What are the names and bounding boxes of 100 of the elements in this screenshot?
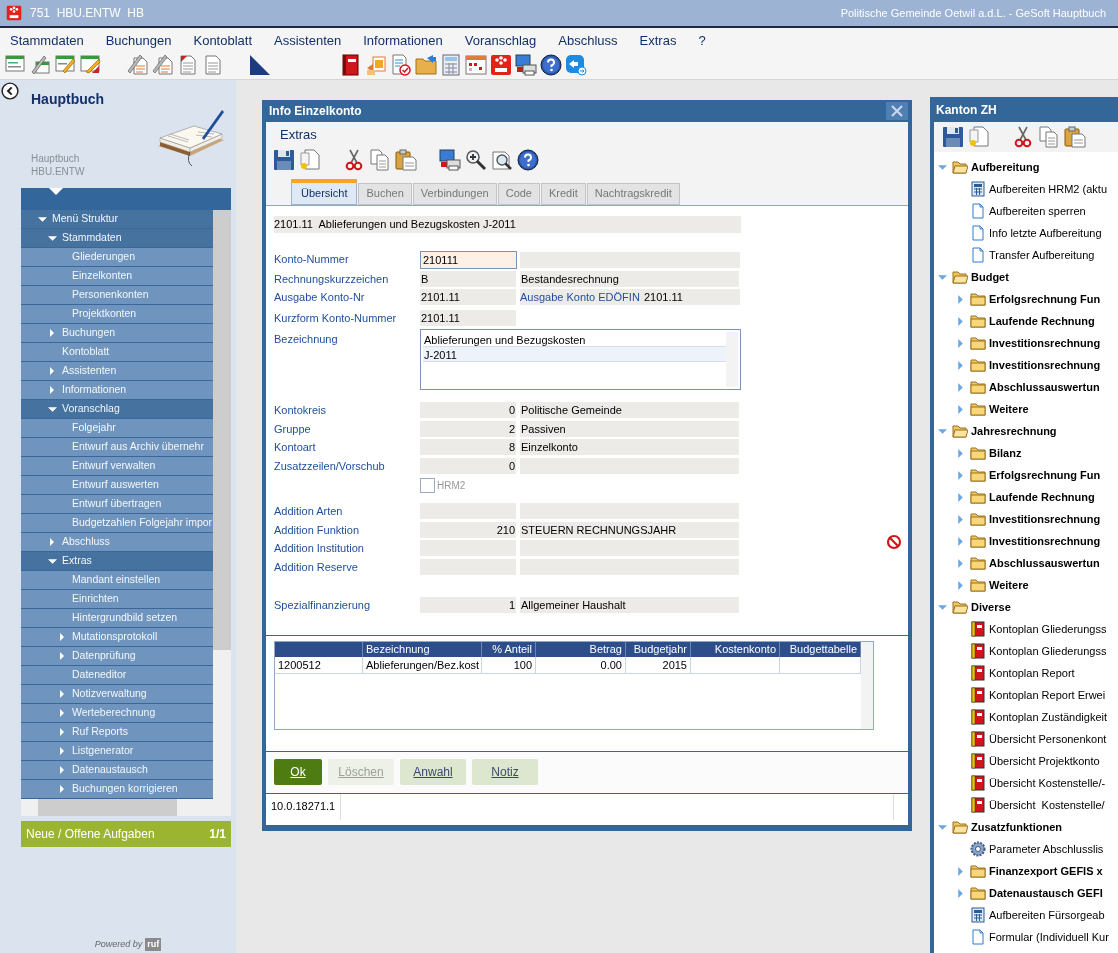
tree-item[interactable]: Übersicht Kostenstelle/-	[934, 772, 1118, 794]
horizontal-scrollbar[interactable]	[21, 799, 231, 816]
collapse-arrow-icon[interactable]	[938, 426, 947, 436]
tree-item[interactable]: Weitere	[934, 574, 1118, 596]
tree-item[interactable]: Aufbereiten HRM2 (aktu	[934, 178, 1118, 200]
tree-item[interactable]: Zusatzfunktionen	[934, 816, 1118, 838]
cut-icon[interactable]	[1012, 126, 1034, 148]
zoom-in-icon[interactable]	[465, 149, 487, 171]
copy-icon[interactable]	[1038, 126, 1060, 148]
tree-item[interactable]: Investitionsrechnung	[934, 354, 1118, 376]
tab[interactable]: Code	[497, 182, 540, 205]
tree-item[interactable]: Aufbereitung	[934, 156, 1118, 178]
triangle-icon[interactable]	[249, 53, 271, 76]
tree-item[interactable]: Erfolgsrechnung Fun	[934, 288, 1118, 310]
vertical-scrollbar[interactable]	[213, 210, 231, 799]
expand-arrow-icon[interactable]	[956, 514, 965, 524]
tree-item[interactable]: Erfolgsrechnung Fun	[934, 464, 1118, 486]
button[interactable]: Ok	[274, 759, 322, 785]
document-check-icon[interactable]	[390, 53, 412, 76]
pen-document-icon[interactable]	[152, 53, 174, 76]
menu-item[interactable]: Buchungen	[105, 32, 172, 50]
scrollbar-thumb[interactable]	[213, 210, 231, 650]
expand-arrow-icon[interactable]	[956, 536, 965, 546]
tab[interactable]: Übersicht	[291, 178, 358, 205]
tree-item[interactable]: Transfer Aufbereitung	[934, 244, 1118, 266]
expand-arrow-icon[interactable]	[956, 382, 965, 392]
menu-tree-item[interactable]: Voranschlag	[21, 400, 213, 419]
collapse-arrow-icon[interactable]	[48, 556, 57, 566]
print-icon[interactable]	[515, 53, 537, 76]
tree-item[interactable]: Investitionsrechnung	[934, 530, 1118, 552]
paste-icon[interactable]	[395, 149, 417, 171]
expand-arrow-icon[interactable]	[48, 367, 56, 375]
tree-item[interactable]: Budget	[934, 266, 1118, 288]
expand-arrow-icon[interactable]	[58, 652, 66, 660]
remote-support-icon[interactable]	[565, 53, 587, 76]
tab[interactable]: Buchen	[358, 182, 412, 205]
tree-item[interactable]: Weitere	[934, 398, 1118, 420]
expand-arrow-icon[interactable]	[956, 316, 965, 326]
scrollbar-thumb[interactable]	[38, 799, 177, 816]
print-preview-icon[interactable]	[491, 149, 513, 171]
expand-arrow-icon[interactable]	[956, 404, 965, 414]
expand-arrow-icon[interactable]	[58, 728, 66, 736]
print-icon[interactable]	[439, 149, 461, 171]
expand-arrow-icon[interactable]	[956, 294, 965, 304]
expand-arrow-icon[interactable]	[956, 492, 965, 502]
folder-icon[interactable]	[415, 53, 437, 76]
vertical-scrollbar[interactable]	[861, 641, 873, 729]
menu-tree-item[interactable]: Extras	[21, 552, 213, 571]
tree-item[interactable]: Investitionsrechnung	[934, 332, 1118, 354]
expand-arrow-icon[interactable]	[58, 747, 66, 755]
menu-item[interactable]: Voranschlag	[464, 32, 537, 50]
button[interactable]: Anwahl	[400, 759, 466, 785]
calculator-icon[interactable]	[440, 53, 462, 76]
expand-arrow-icon[interactable]	[956, 558, 965, 568]
expand-arrow-icon[interactable]	[956, 338, 965, 348]
expand-arrow-icon[interactable]	[58, 633, 66, 641]
tree-item[interactable]: Abschlussauswertun	[934, 552, 1118, 574]
tree-item[interactable]: Investitionsrechnung	[934, 508, 1118, 530]
expand-arrow-icon[interactable]	[48, 538, 56, 546]
copy-icon[interactable]	[369, 149, 391, 171]
menu-tree-item[interactable]: Stammdaten	[21, 229, 213, 248]
collapse-arrow-icon[interactable]	[938, 272, 947, 282]
book-icon[interactable]	[340, 53, 362, 76]
menu-item[interactable]: Extras	[639, 32, 677, 50]
menu-tree-item[interactable]: Menü Struktur	[21, 210, 213, 229]
expand-arrow-icon[interactable]	[956, 470, 965, 480]
tab[interactable]: Nachtragskredit	[586, 182, 680, 205]
pen-form-icon[interactable]	[30, 53, 52, 76]
description-field[interactable]: Ablieferungen und Bezugskosten J-2011	[420, 329, 741, 390]
tree-item[interactable]: Formular (Individuell Kur	[934, 926, 1118, 948]
paste-icon[interactable]	[1064, 126, 1086, 148]
tree-item[interactable]: Diverse	[934, 596, 1118, 618]
tree-item[interactable]: Finanzexport GEFIS x	[934, 860, 1118, 882]
tree-item[interactable]: Aufbereiten Fürsorgeab	[934, 904, 1118, 926]
collapse-arrow-icon[interactable]	[938, 822, 947, 832]
tab[interactable]: Verbindungen	[412, 182, 497, 205]
collapse-arrow-icon[interactable]	[938, 162, 947, 172]
back-icon[interactable]	[1, 82, 19, 100]
menu-item[interactable]: Informationen	[363, 32, 443, 50]
expand-arrow-icon[interactable]	[956, 888, 965, 898]
menu-item[interactable]: Abschluss	[558, 32, 618, 50]
menu-item[interactable]: Stammdaten	[10, 32, 84, 50]
tree-item[interactable]: Laufende Rechnung	[934, 310, 1118, 332]
tree-item[interactable]: Info letzte Aufbereitung	[934, 222, 1118, 244]
expand-arrow-icon[interactable]	[58, 709, 66, 717]
menu-item[interactable]: ?	[698, 32, 706, 50]
menu-item[interactable]: Assistenten	[274, 32, 342, 50]
calendar-icon[interactable]	[465, 53, 487, 76]
tree-item[interactable]: Parameter Abschlusslis	[934, 838, 1118, 860]
tree-item[interactable]: Bilanz	[934, 442, 1118, 464]
expand-arrow-icon[interactable]	[58, 690, 66, 698]
close-button[interactable]	[886, 102, 908, 120]
tree-item[interactable]: Jahresrechnung	[934, 420, 1118, 442]
pencil-form-icon[interactable]	[55, 53, 77, 76]
ruf-logo-icon[interactable]	[490, 53, 512, 76]
collapse-arrow-icon[interactable]	[48, 404, 57, 414]
vertical-scrollbar[interactable]	[726, 332, 738, 387]
document-icon[interactable]	[177, 53, 199, 76]
tree-item[interactable]: Kontoplan Gliederungss	[934, 640, 1118, 662]
tree-item[interactable]: Übersicht Kostenstelle/	[934, 794, 1118, 816]
